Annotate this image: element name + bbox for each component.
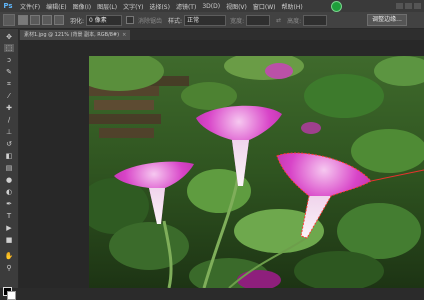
subtract-selection-icon[interactable] [42, 15, 52, 25]
height-input[interactable] [303, 14, 328, 26]
crop-tool-icon[interactable]: ⌗ [4, 80, 14, 88]
background-color-swatch[interactable] [7, 291, 16, 300]
hand-tool-icon[interactable]: ✋ [4, 252, 14, 260]
menu-select[interactable]: 选择(S) [146, 2, 173, 11]
clone-stamp-tool-icon[interactable]: ⊥ [4, 128, 14, 136]
menu-image[interactable]: 图像(I) [70, 2, 94, 11]
menu-3d[interactable]: 3D(D) [199, 3, 223, 10]
tools-panel: ✥ ⬚ ↄ ✎ ⌗ ⁄ ✚ ∕ ⊥ ↺ ◧ ▤ ● ◐ ✒ T ▶ ■ ✋ ⚲ [0, 29, 19, 300]
photo-canvas[interactable] [89, 56, 424, 288]
close-icon[interactable] [414, 3, 421, 9]
window-controls [396, 3, 424, 9]
intersect-selection-icon[interactable] [54, 15, 64, 25]
eyedropper-tool-icon[interactable]: ⁄ [4, 92, 14, 100]
add-selection-icon[interactable] [30, 15, 40, 25]
history-brush-tool-icon[interactable]: ↺ [4, 140, 14, 148]
antialias-checkbox[interactable] [126, 16, 135, 24]
gradient-tool-icon[interactable]: ▤ [4, 164, 14, 172]
menu-type[interactable]: 文字(Y) [120, 2, 146, 11]
brush-tool-icon[interactable]: ∕ [4, 116, 14, 124]
menu-layer[interactable]: 图层(L) [94, 2, 120, 11]
menu-edit[interactable]: 编辑(E) [43, 2, 69, 11]
canvas-area[interactable] [19, 40, 424, 288]
menu-bar: Ps 文件(F) 编辑(E) 图像(I) 图层(L) 文字(Y) 选择(S) 滤… [0, 0, 424, 12]
document-tab-title: 素材1.jpg @ 121% (背景 副本, RGB/8#) [24, 32, 120, 38]
feather-input[interactable]: 0 像素 [86, 14, 123, 26]
lasso-tool-icon[interactable]: ↄ [4, 56, 14, 64]
healing-tool-icon[interactable]: ✚ [4, 104, 14, 112]
marquee-tool-icon[interactable]: ⬚ [4, 44, 14, 52]
shape-tool-icon[interactable]: ■ [4, 236, 14, 244]
style-select[interactable]: 正常 [184, 14, 227, 26]
blur-tool-icon[interactable]: ● [4, 176, 14, 184]
photoshop-window: Ps 文件(F) 编辑(E) 图像(I) 图层(L) 文字(Y) 选择(S) 滤… [0, 0, 424, 300]
pen-tool-icon[interactable]: ✒ [4, 200, 14, 208]
options-bar: 羽化: 0 像素 消除锯齿 样式: 正常 宽度: ⇄ 高度: 调整边缘... [0, 12, 424, 29]
eraser-tool-icon[interactable]: ◧ [4, 152, 14, 160]
height-label: 高度: [287, 17, 302, 25]
maximize-icon[interactable] [405, 3, 412, 9]
type-tool-icon[interactable]: T [4, 212, 14, 220]
feather-label: 羽化: [70, 17, 85, 25]
current-tool-icon[interactable] [3, 14, 15, 26]
refine-edge-button[interactable]: 调整边缘... [367, 14, 407, 26]
path-selection-tool-icon[interactable]: ▶ [4, 224, 14, 232]
menu-view[interactable]: 视图(V) [223, 2, 250, 11]
width-label: 宽度: [230, 17, 245, 25]
document-tab-bar: 素材1.jpg @ 121% (背景 副本, RGB/8#) × [18, 29, 424, 40]
new-selection-icon[interactable] [18, 15, 28, 25]
status-indicator-icon [331, 1, 342, 12]
menu-file[interactable]: 文件(F) [17, 2, 43, 11]
dodge-tool-icon[interactable]: ◐ [4, 188, 14, 196]
antialias-label: 消除锯齿 [138, 17, 163, 25]
quick-selection-tool-icon[interactable]: ✎ [4, 68, 14, 76]
style-label: 样式: [168, 17, 183, 25]
tab-close-icon[interactable]: × [122, 32, 126, 38]
zoom-tool-icon[interactable]: ⚲ [4, 264, 14, 272]
menu-window[interactable]: 窗口(W) [250, 2, 279, 11]
menu-help[interactable]: 帮助(H) [279, 2, 306, 11]
width-input[interactable] [246, 14, 271, 26]
swap-icon[interactable]: ⇄ [276, 17, 281, 24]
minimize-icon[interactable] [396, 3, 403, 9]
document-tab[interactable]: 素材1.jpg @ 121% (背景 副本, RGB/8#) × [20, 30, 131, 40]
move-tool-icon[interactable]: ✥ [4, 33, 14, 41]
photoshop-logo: Ps [3, 2, 13, 10]
menu-filter[interactable]: 滤镜(T) [173, 2, 199, 11]
